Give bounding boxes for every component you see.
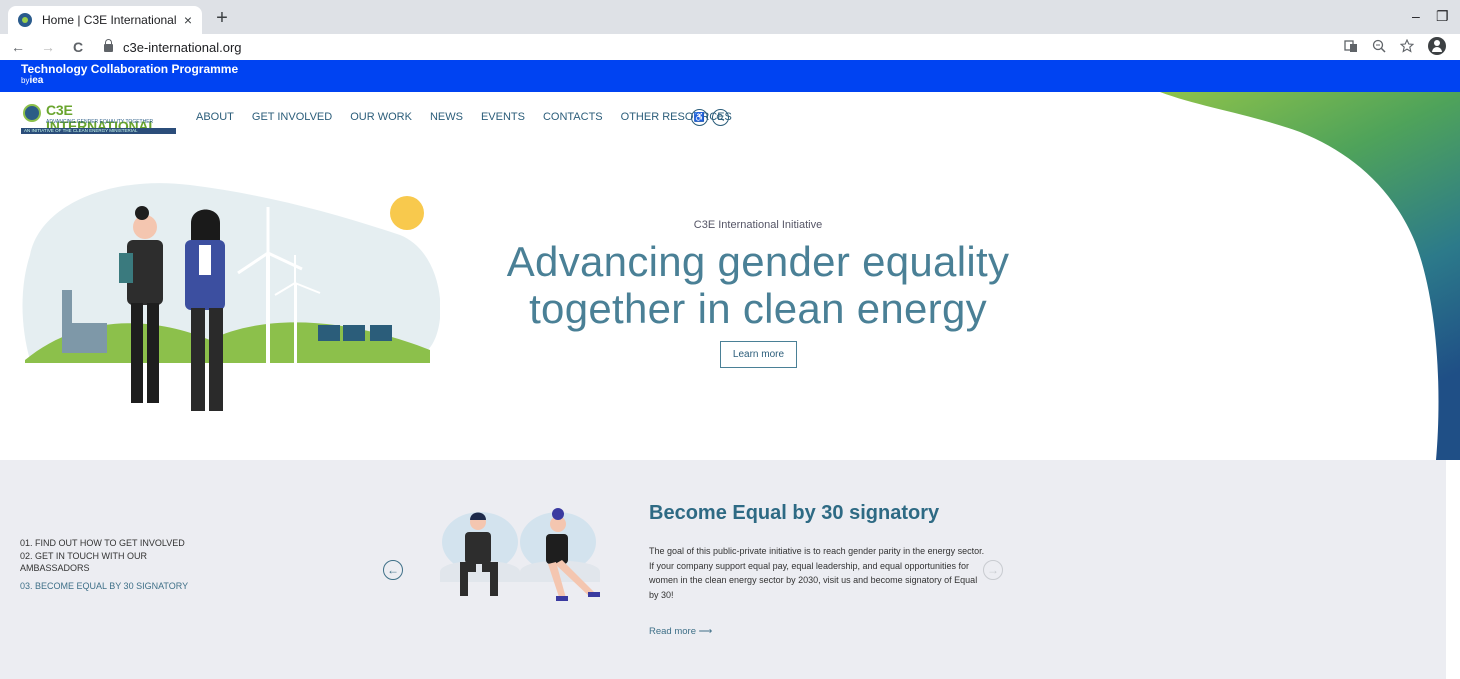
browser-tab[interactable]: Home | C3E International × (8, 6, 202, 34)
carousel-slide-title: Become Equal by 30 signatory (649, 502, 940, 524)
globe-icon (23, 104, 41, 122)
carousel-prev-button[interactable]: ← (383, 560, 403, 580)
tab-close-icon[interactable]: × (184, 12, 192, 28)
address-bar-actions (1344, 37, 1446, 55)
hero-title-line-2: together in clean energy (529, 285, 987, 332)
read-more-link[interactable]: Read more ⟶ (649, 626, 712, 637)
hero-gradient-shape (1160, 92, 1460, 460)
iea-logo: iea (29, 75, 44, 86)
reload-button[interactable]: C (66, 39, 90, 55)
hero-title-line-1: Advancing gender equality (506, 238, 1010, 285)
hero-kicker: C3E International Initiative (693, 219, 823, 231)
lock-icon (104, 39, 113, 52)
carousel-next-button[interactable]: → (983, 560, 1003, 580)
tcp-byline: byiea (21, 75, 44, 86)
forward-button[interactable]: → (36, 39, 60, 55)
nav-news[interactable]: NEWS (430, 111, 463, 123)
back-button[interactable]: ← (6, 39, 30, 55)
zoom-icon[interactable] (1372, 39, 1386, 53)
translate-icon[interactable] (1344, 39, 1358, 53)
address-bar: ← → C c3e-international.org (0, 34, 1460, 60)
nav-get-involved[interactable]: GET INVOLVED (252, 111, 332, 123)
nav-contacts[interactable]: CONTACTS (543, 111, 603, 123)
main-nav: ABOUT GET INVOLVED OUR WORK NEWS EVENTS … (196, 111, 750, 123)
step-equal-by-30[interactable]: 03. BECOME EQUAL BY 30 SIGNATORY (20, 580, 200, 592)
search-icon[interactable] (712, 109, 729, 126)
nav-about[interactable]: ABOUT (196, 111, 234, 123)
restore-button[interactable]: ❐ (1436, 8, 1449, 25)
browser-tabstrip: Home | C3E International × + – ❐ (0, 0, 1460, 34)
step-ambassadors[interactable]: 02. GET IN TOUCH WITH OUR AMBASSADORS (20, 550, 200, 574)
url-text: c3e-international.org (123, 39, 242, 55)
learn-more-button[interactable]: Learn more (720, 341, 797, 368)
nav-our-work[interactable]: OUR WORK (350, 111, 412, 123)
hero-title: Advancing gender equality together in cl… (458, 238, 1058, 332)
carousel-steps: 01. FIND OUT HOW TO GET INVOLVED 02. GET… (20, 537, 200, 593)
step-find-out-how[interactable]: 01. FIND OUT HOW TO GET INVOLVED (20, 537, 200, 549)
carousel-slide-body: The goal of this public-private initiati… (649, 546, 985, 600)
signatory-illustration (440, 508, 600, 601)
bookmark-star-icon[interactable] (1400, 39, 1414, 53)
accessibility-icon[interactable]: ♿ (691, 109, 708, 126)
new-tab-button[interactable]: + (210, 7, 234, 31)
tcp-title: Technology Collaboration Programme (21, 62, 239, 76)
url-field[interactable]: c3e-international.org (104, 39, 242, 55)
c3e-favicon-icon (18, 13, 32, 27)
minimize-button[interactable]: – (1412, 8, 1420, 24)
nav-events[interactable]: EVENTS (481, 111, 525, 123)
tcp-banner[interactable]: Technology Collaboration Programme byiea (0, 60, 1460, 92)
logo-tagline: ADVANCING GENDER EQUALITY TOGETHER (46, 119, 154, 125)
web-page: Technology Collaboration Programme byiea… (0, 60, 1460, 679)
get-involved-carousel: 01. FIND OUT HOW TO GET INVOLVED 02. GET… (0, 460, 1446, 679)
tab-title: Home | C3E International (42, 13, 177, 27)
hero-illustration (22, 183, 440, 411)
c3e-logo[interactable]: C3E INTERNATIONAL ADVANCING GENDER EQUAL… (21, 102, 176, 134)
profile-avatar-icon[interactable] (1428, 37, 1446, 55)
logo-strip: AN INITIATIVE OF THE CLEAN ENERGY MINIST… (21, 128, 176, 134)
